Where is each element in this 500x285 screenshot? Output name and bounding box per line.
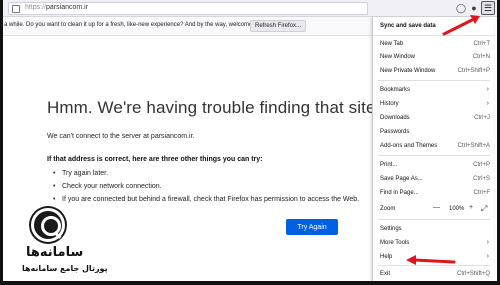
menu-item-label: New Tab <box>380 41 404 47</box>
page-info-icon[interactable] <box>12 5 20 13</box>
logo-name: سامانه‌ها <box>26 245 84 260</box>
menu-item-shortcut: Ctrl+Shift+P <box>457 68 490 74</box>
chevron-right-icon: › <box>486 86 489 93</box>
menu-item-label: Zoom <box>380 206 396 212</box>
chevron-right-icon: › <box>486 253 489 260</box>
menu-item-history[interactable]: History › <box>373 98 495 110</box>
url-protocol: https:// <box>25 4 47 11</box>
menu-separator <box>378 219 490 220</box>
menu-item-label: Passwords <box>380 129 410 135</box>
menu-item-shortcut: Ctrl+T <box>473 41 491 47</box>
chevron-right-icon: › <box>486 100 489 107</box>
try-again-button[interactable]: Try Again <box>286 219 338 235</box>
menu-item-shortcut: Ctrl+Shift+Q <box>456 271 490 277</box>
list-item: Check your network connection. <box>53 183 359 196</box>
menu-item-label: Add-ons and Themes <box>380 143 438 149</box>
menu-item-label: Find in Page... <box>380 190 419 196</box>
menu-item-save-page-as[interactable]: Save Page As... Ctrl+S <box>373 173 495 185</box>
menu-item-new-window[interactable]: New Window Ctrl+N <box>373 51 495 63</box>
menu-item-label: Exit <box>380 271 391 277</box>
menu-item-help[interactable]: Help › <box>373 251 495 263</box>
menu-item-bookmarks[interactable]: Bookmarks › <box>373 84 495 96</box>
browser-toolbar: https://parsiancom.ir ◯ ● ☰ <box>0 0 500 17</box>
sync-header[interactable]: Sync and save data <box>373 17 495 36</box>
menu-item-shortcut: Ctrl+F <box>473 190 491 196</box>
error-page: Hmm. We're having trouble finding that s… <box>47 98 380 118</box>
zoom-in-button[interactable]: + <box>469 204 473 211</box>
menu-item-settings[interactable]: Settings <box>373 223 495 235</box>
menu-item-shortcut: Ctrl+J <box>474 115 490 121</box>
menu-item-new-private-window[interactable]: New Private Window Ctrl+Shift+P <box>373 65 495 77</box>
logo-subtitle: پورتال جامع سامانه‌ها <box>22 264 108 273</box>
zoom-out-button[interactable]: — <box>433 204 440 211</box>
list-item: Try again later. <box>53 170 359 183</box>
app-menu-panel: Sync and save data New Tab Ctrl+T New Wi… <box>372 17 495 281</box>
suggestion-list: Try again later. Check your network conn… <box>53 170 359 209</box>
menu-separator <box>378 80 490 81</box>
menu-item-label: New Private Window <box>380 68 436 74</box>
menu-item-downloads[interactable]: Downloads Ctrl+J <box>373 112 495 124</box>
menu-item-label: History <box>380 101 399 107</box>
error-title: Hmm. We're having trouble finding that s… <box>47 98 381 117</box>
url-text: https://parsiancom.ir <box>25 4 88 11</box>
notification-text: a while. Do you want to clean it up for … <box>4 22 269 28</box>
menu-item-print[interactable]: Print... Ctrl+P <box>373 159 495 171</box>
sync-label: Sync and save data <box>380 23 436 29</box>
zoom-level[interactable]: 100% <box>449 206 464 212</box>
menu-item-label: Bookmarks <box>380 87 411 93</box>
error-subheading: If that address is correct, here are thr… <box>47 156 263 163</box>
chevron-right-icon: › <box>486 239 489 246</box>
menu-item-exit[interactable]: Exit Ctrl+Shift+Q <box>373 268 495 280</box>
site-logo: سامانه‌ها پورتال جامع سامانه‌ها <box>14 206 108 282</box>
refresh-notification-bar: a while. Do you want to clean it up for … <box>0 17 372 36</box>
url-host: parsiancom.ir <box>46 4 89 11</box>
menu-item-new-tab[interactable]: New Tab Ctrl+T <box>373 38 495 50</box>
menu-item-more-tools[interactable]: More Tools › <box>373 237 495 249</box>
extensions-icon[interactable]: ● <box>469 3 479 13</box>
url-bar[interactable]: https://parsiancom.ir <box>8 2 368 15</box>
menu-item-shortcut: Ctrl+S <box>473 176 490 182</box>
menu-item-passwords[interactable]: Passwords <box>373 126 495 138</box>
menu-item-label: New Window <box>380 54 416 60</box>
menu-item-label: Settings <box>380 226 402 232</box>
menu-item-shortcut: Ctrl+N <box>472 54 490 60</box>
menu-separator <box>378 265 490 266</box>
hamburger-menu-icon[interactable]: ☰ <box>481 1 495 15</box>
menu-item-zoom: Zoom — 100% + ⤢ <box>373 203 495 215</box>
fullscreen-icon[interactable]: ⤢ <box>481 204 490 213</box>
refresh-firefox-button[interactable]: Refresh Firefox... <box>250 20 307 32</box>
menu-item-shortcut: Ctrl+Shift+A <box>457 143 490 149</box>
menu-item-label: Save Page As... <box>380 176 423 182</box>
magnifier-user-icon <box>31 208 65 242</box>
menu-item-label: More Tools <box>380 240 410 246</box>
menu-item-label: Downloads <box>380 115 410 121</box>
menu-item-shortcut: Ctrl+P <box>473 162 490 168</box>
menu-item-label: Print... <box>380 162 398 168</box>
menu-item-find-in-page[interactable]: Find in Page... Ctrl+F <box>373 187 495 199</box>
menu-item-addons-themes[interactable]: Add-ons and Themes Ctrl+Shift+A <box>373 140 495 152</box>
error-description: We can't connect to the server at parsia… <box>47 133 195 140</box>
menu-separator <box>378 155 490 156</box>
menu-item-label: Help <box>380 254 393 260</box>
pocket-icon[interactable]: ◯ <box>456 3 466 13</box>
